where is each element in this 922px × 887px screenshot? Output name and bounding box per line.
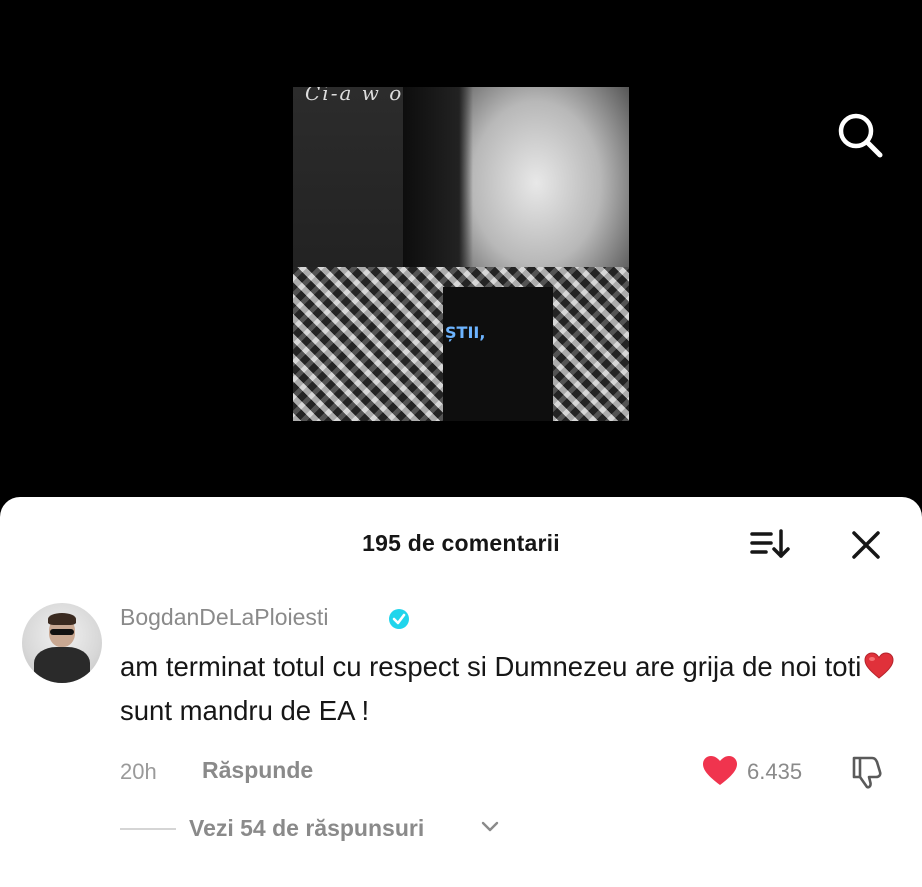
sort-comments-button[interactable] xyxy=(749,527,793,561)
comment-text-part1: am terminat totul cu respect si Dumnezeu… xyxy=(120,651,862,682)
comments-sheet: 195 de comentarii BogdanDeLaPloiesti am … xyxy=(0,497,922,887)
avatar-hair xyxy=(48,613,76,625)
redaction-patch xyxy=(366,749,416,789)
sort-icon xyxy=(750,529,790,558)
dislike-button[interactable] xyxy=(850,754,888,790)
comment-text: am terminat totul cu respect si Dumnezeu… xyxy=(120,645,900,733)
video-thumbnail[interactable]: Ci-a w o ȘTII, xyxy=(293,87,629,421)
reply-button[interactable]: Răspunde xyxy=(202,757,313,784)
heart-icon xyxy=(703,756,737,785)
chevron-down-icon[interactable] xyxy=(481,820,499,834)
comment-timestamp: 20h xyxy=(120,759,157,784)
avatar-body xyxy=(34,647,90,683)
avatar[interactable] xyxy=(22,603,102,683)
search-icon xyxy=(838,113,883,158)
video-overlay-script: Ci-a w o xyxy=(305,87,404,105)
video-top xyxy=(443,287,553,421)
close-icon xyxy=(852,531,880,559)
thumbs-down-icon xyxy=(852,756,882,789)
search-button[interactable] xyxy=(834,109,888,163)
verified-badge-icon xyxy=(389,609,409,629)
video-caption: ȘTII, xyxy=(445,323,486,342)
heart-emoji-icon xyxy=(864,652,894,679)
comment-username[interactable]: BogdanDeLaPloiesti xyxy=(120,604,328,631)
replies-divider-line xyxy=(120,828,176,830)
avatar-glasses xyxy=(50,629,74,635)
close-comments-button[interactable] xyxy=(848,527,884,563)
video-area[interactable]: Ci-a w o ȘTII, xyxy=(0,0,922,500)
view-replies-button[interactable]: Vezi 54 de răspunsuri xyxy=(189,815,424,842)
like-button[interactable] xyxy=(702,755,738,787)
comment-text-part2: sunt mandru de EA ! xyxy=(120,695,370,726)
like-count: 6.435 xyxy=(747,759,803,784)
